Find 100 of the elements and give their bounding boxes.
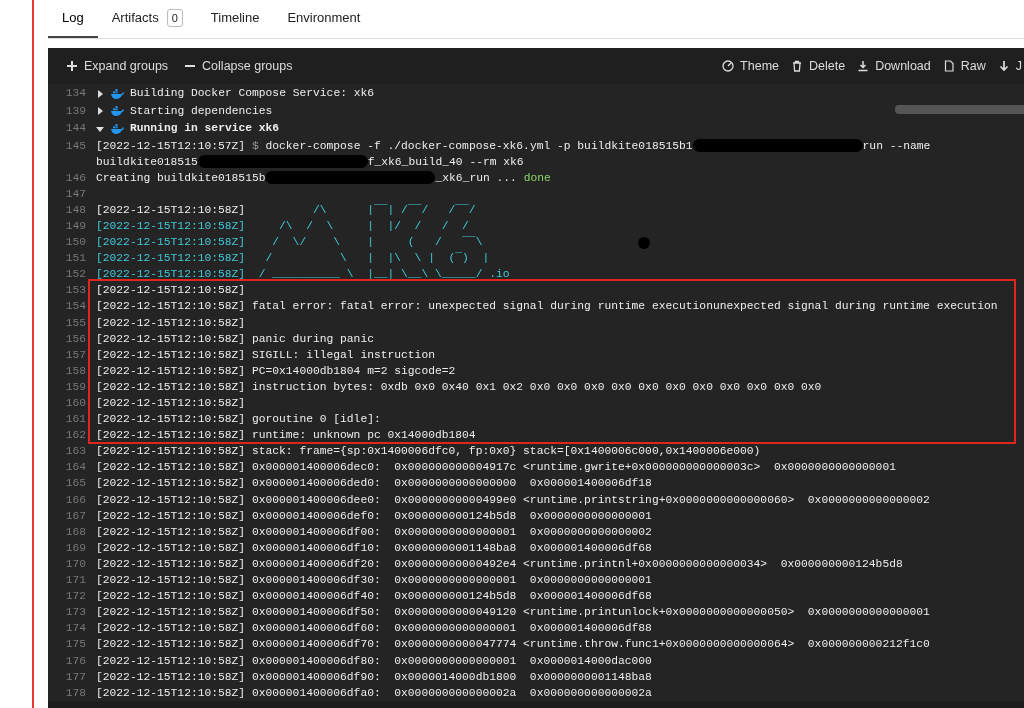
line-number: 175 [64,637,86,653]
line-number: 134 [64,86,86,101]
line-number: 150 [64,235,86,251]
log-text: [2022-12-15T12:10:58Z] 0x000001400006df00: 0x0000000000000001 0x0000000000000002 [96,524,652,540]
log-text: [2022-12-15T12:10:58Z] PC=0x14000db1804 m=2 sigcode=2 [96,363,456,379]
line-number: 176 [64,653,86,669]
line-number: 151 [64,251,86,267]
toolbar-button[interactable]: Download [857,56,931,76]
count-badge: 0 [166,8,183,27]
caret-right-icon[interactable] [96,89,104,98]
log-text: done [523,170,551,186]
line-number: 156 [64,331,86,347]
line-number: 171 [64,573,86,589]
caret-down-icon[interactable] [96,124,104,133]
log-text: /\ |‾‾| /‾‾/ /‾‾/ [311,202,476,218]
line-number: 173 [64,605,86,621]
log-text: [2022-12-15T12:10:58Z] /\ / \ | |/ / / / [96,218,469,234]
tab[interactable]: Log [48,0,98,38]
log-text: buildkite018515 [96,154,198,170]
line-number: 167 [64,508,86,524]
whale-icon [110,88,124,99]
log-text: [2022-12-15T12:10:58Z] fatal error: fatal error: unexpected signal during runtime executionunexpected signal during runtime execution [96,299,998,315]
log-text: [2022-12-15T12:10:58Z] 0x000001400006df90: 0x0000014000db1800 0x0000000001148ba8 [96,669,652,685]
whale-icon [110,106,124,117]
line-number: 155 [64,315,86,331]
whale-icon [110,123,124,134]
line-number: 145 [64,138,86,154]
line-number: 165 [64,476,86,492]
log-text: [2022-12-15T12:10:58Z] [96,396,246,411]
line-number: 169 [64,540,86,556]
log-text: Building Docker Compose Service: xk6 [130,86,375,101]
tab[interactable]: Environment [273,0,375,38]
gauge-icon [722,60,735,72]
log-text: [2022-12-15T12:10:58Z] SIGILL: illegal instruction [96,347,435,363]
file-icon [942,60,955,72]
log-text: [2022-12-15T12:10:57Z] [96,138,247,154]
log-text: [2022-12-15T12:10:58Z] / \/ \ | ( / ‾‾\ [96,235,483,251]
line-number: 146 [64,170,86,186]
line-number: 162 [64,428,86,444]
line-number: 166 [64,492,86,508]
log-text: [2022-12-15T12:10:58Z] / \ | |\ \ | (‾) | [96,251,490,267]
line-number: 170 [64,556,86,572]
download-icon [857,60,870,72]
toolbar-button[interactable]: Theme [722,56,779,76]
line-number: 177 [64,669,86,685]
line-number: 139 [64,103,86,119]
log-text: [2022-12-15T12:10:58Z] goroutine 0 [idle]: [96,412,381,428]
line-number: 152 [64,267,86,283]
log-text: [2022-12-15T12:10:58Z] stack: frame={sp:0x1400006dfc0, fp:0x0} stack=[0x1400006c000,0x1400006e000) [96,444,761,460]
log-text: [2022-12-15T12:10:58Z] instruction bytes: 0xdb 0x0 0x40 0x1 0x2 0x0 0x0 0x0 0x0 0x0 0x0 0x0 0x0 0x0 0x0 0x0 [96,379,822,395]
log-text: [2022-12-15T12:10:58Z] 0x000001400006dee0: 0x00000000000499e0 <runtime.printstring+0x0000000000000060> 0x0000000000000002 [96,492,930,508]
log-text: Starting dependencies [130,103,273,119]
line-number: 148 [64,202,86,218]
line-number: 158 [64,363,86,379]
line-number: 144 [64,121,86,136]
line-number: 160 [64,396,86,411]
trash-icon [791,60,803,72]
log-text: [2022-12-15T12:10:58Z] panic during panic [96,331,374,347]
log-text: $ [251,138,260,154]
line-number: 164 [64,460,86,476]
log-text: [2022-12-15T12:10:58Z] [96,283,246,299]
tab[interactable]: Artifacts 0 [97,0,197,38]
log-text: [2022-12-15T12:10:58Z] 0x000001400006df50: 0x0000000000049120 <runtime.printunlock+0x0000000000000050> 0x0000000000000001 [96,605,930,621]
line-number: 154 [64,299,86,315]
log-text: [2022-12-15T12:10:58Z] / __________ \ |__| \__\ \_____/ .io [96,267,510,283]
toolbar-button[interactable]: Delete [791,56,846,76]
log-text: Running in service xk6 [130,121,280,136]
line-number: 168 [64,524,86,540]
log-text: [2022-12-15T12:10:58Z] 0x000001400006df40: 0x000000000124b5d8 0x000001400006df68 [96,589,652,605]
line-number: 149 [64,218,86,234]
log-text: [2022-12-15T12:10:58Z] 0x000001400006df30: 0x0000000000000001 0x0000000000000001 [96,573,652,589]
scrollbar[interactable] [895,105,1024,114]
log-text: docker-compose -f ./docker-compose-xk6.yml -p buildkite018515b1 [265,138,693,154]
line-number: 161 [64,412,86,428]
toolbar-button[interactable]: Expand groups [66,56,169,76]
line-number: 147 [64,186,86,202]
tab[interactable]: Timeline [196,0,274,38]
log-text: [2022-12-15T12:10:58Z] 0x000001400006df10: 0x0000000001148ba8 0x000001400006df68 [96,540,652,556]
log-text: [2022-12-15T12:10:58Z] 0x000001400006def0: 0x000000000124b5d8 0x0000000000000001 [96,508,652,524]
toolbar-button[interactable]: J [997,56,1022,76]
line-number: 178 [64,685,86,701]
line-number: 163 [64,444,86,460]
log-text: [2022-12-15T12:10:58Z] [96,202,247,218]
log-text: _xk6_run ... [435,170,518,186]
toolbar-button[interactable]: Raw [942,56,986,76]
line-number: 172 [64,589,86,605]
log-text: [2022-12-15T12:10:58Z] 0x000001400006df80: 0x0000000000000001 0x0000014000dac000 [96,653,652,669]
line-number: 157 [64,347,86,363]
log-text: [2022-12-15T12:10:58Z] 0x000001400006df20: 0x00000000000492e4 <runtime.printnl+0x0000000000000034> 0x000000000124b5d8 [96,556,903,572]
log-text: run --name [862,138,931,154]
log-text: Creating buildkite018515b [96,170,266,186]
toolbar-button[interactable]: Collapse groups [184,56,293,76]
log-text: [2022-12-15T12:10:58Z] 0x000001400006dfa0: 0x000000000000002a 0x000000000000002a [96,685,652,701]
line-number: 153 [64,283,86,299]
log-text: [2022-12-15T12:10:58Z] runtime: unknown pc 0x14000db1804 [96,428,476,444]
down-arrow-icon [997,60,1010,72]
log-text: f_xk6_build_40 --rm xk6 [367,154,524,170]
log-text: [2022-12-15T12:10:58Z] [96,315,246,331]
caret-right-icon[interactable] [96,107,104,116]
line-number: 159 [64,379,86,395]
